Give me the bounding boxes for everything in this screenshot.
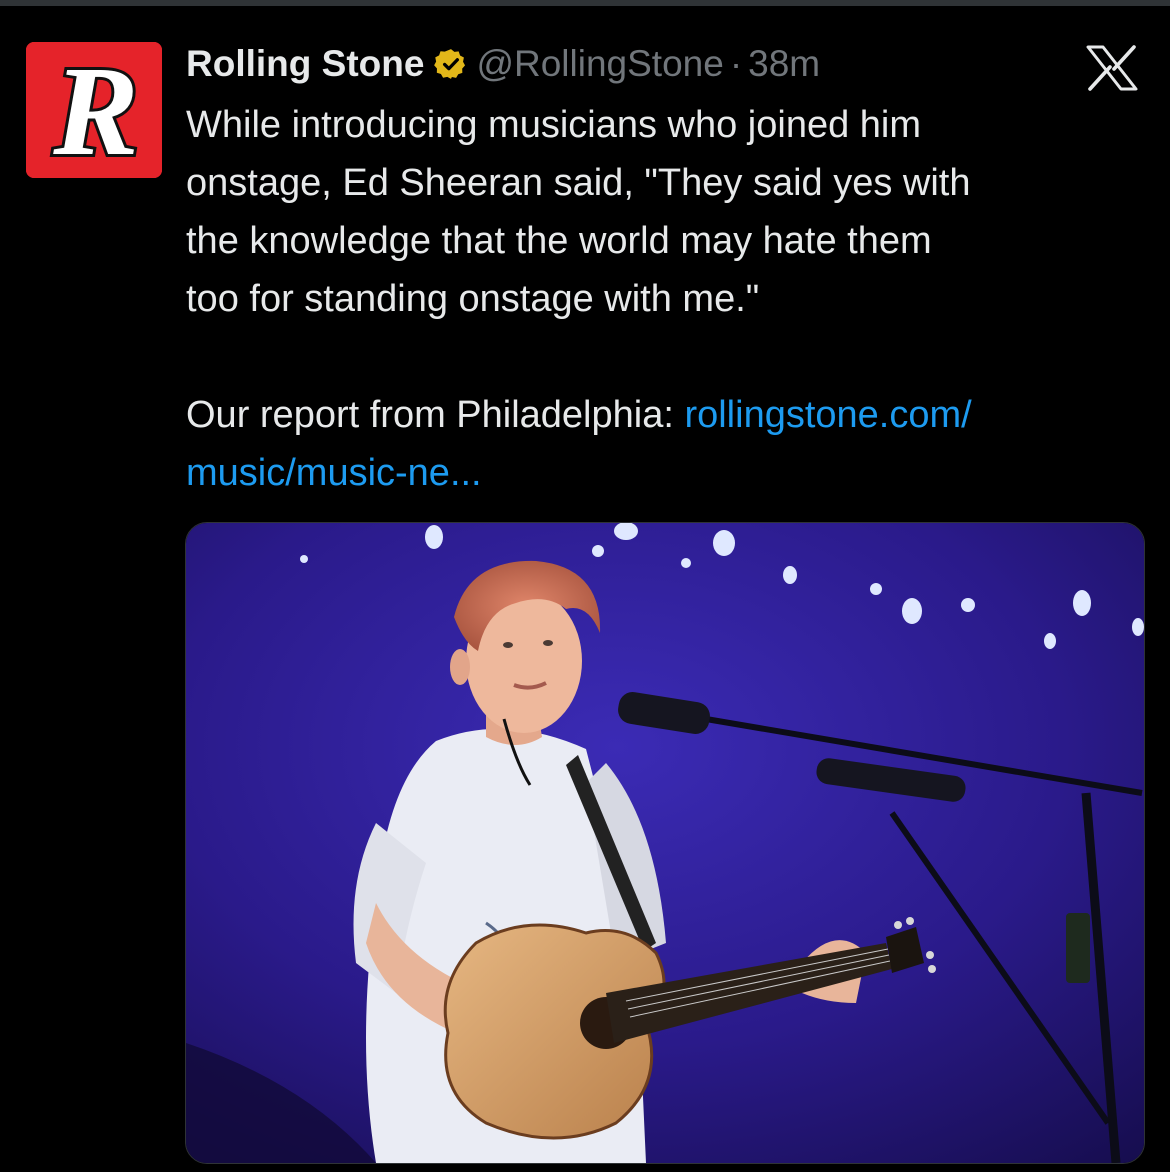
report-line: Our report from Philadelphia: rollingsto… — [186, 386, 1146, 444]
tweet-text-line: too for standing onstage with me." — [186, 278, 760, 320]
tweet-text-line: onstage, Ed Sheeran said, "They said yes… — [186, 162, 971, 204]
top-divider — [0, 0, 1170, 6]
tweet-header: Rolling Stone @RollingStone · 38m — [186, 40, 820, 88]
report-prefix: Our report from Philadelphia: — [186, 394, 685, 436]
tweet-text-line: While introducing musicians who joined h… — [186, 104, 922, 146]
tweet-text-line: the knowledge that the world may hate th… — [186, 220, 932, 262]
display-name[interactable]: Rolling Stone — [186, 43, 424, 85]
article-link[interactable]: rollingstone.com/ — [684, 394, 971, 436]
timestamp[interactable]: 38m — [748, 43, 820, 85]
header-separator: · — [729, 43, 743, 84]
handle[interactable]: @RollingStone — [476, 43, 723, 85]
x-logo-icon[interactable] — [1084, 44, 1140, 92]
avatar-letter: R — [52, 42, 138, 178]
verified-badge-icon[interactable] — [434, 47, 468, 81]
tweet-media-photo[interactable] — [185, 522, 1145, 1164]
tweet-text: While introducing musicians who joined h… — [186, 96, 1146, 502]
avatar[interactable]: R — [26, 42, 162, 178]
article-link-continued[interactable]: music/music-ne... — [186, 452, 482, 494]
rolling-stone-logo: R — [26, 42, 162, 178]
